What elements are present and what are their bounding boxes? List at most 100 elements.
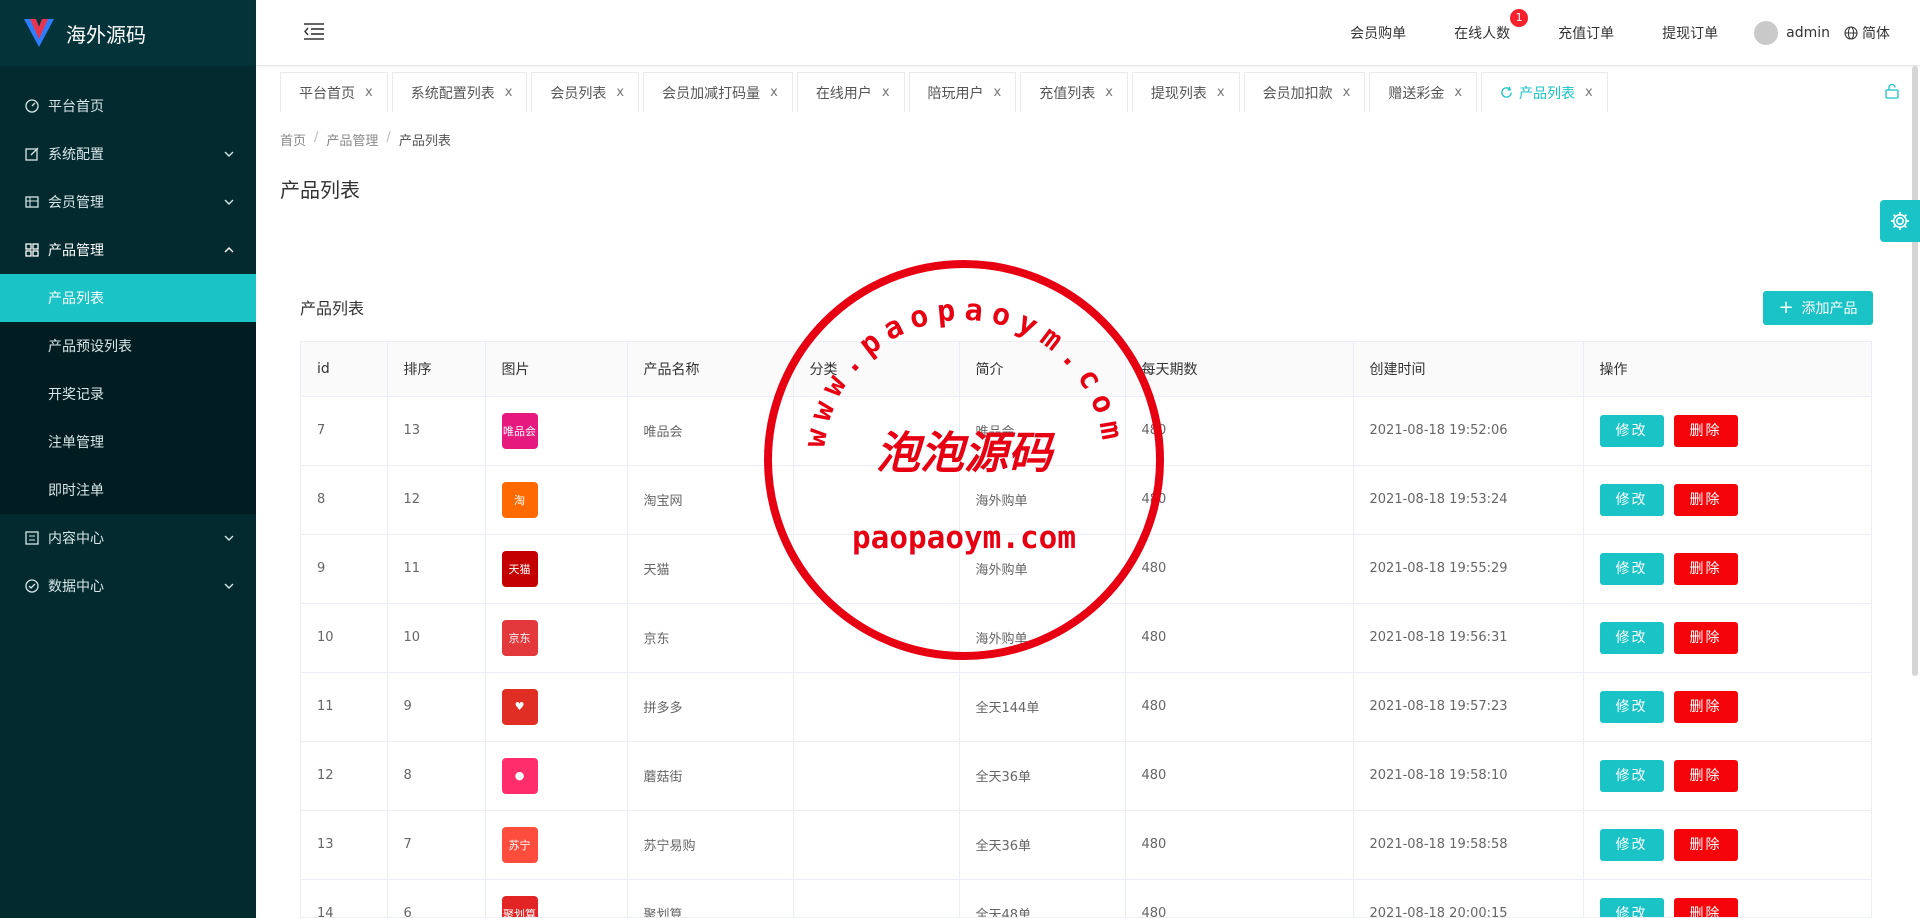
tab-close-icon[interactable]: x	[1105, 85, 1113, 100]
sidebar-item-data[interactable]: 数据中心	[0, 562, 256, 610]
cell-actions: 修改 删除	[1583, 534, 1871, 604]
delete-button[interactable]: 删除	[1673, 483, 1738, 516]
settings-button[interactable]	[1880, 200, 1920, 242]
column-header[interactable]: id	[301, 342, 388, 397]
tab-close-icon[interactable]: x	[365, 85, 373, 100]
sidebar-subitem-order-management[interactable]: 注单管理	[0, 418, 256, 466]
delete-button[interactable]: 删除	[1673, 897, 1738, 917]
refresh-icon[interactable]	[1500, 86, 1513, 99]
sidebar-item-products[interactable]: 产品管理	[0, 226, 256, 274]
tab-close-icon[interactable]: x	[994, 85, 1002, 100]
column-header[interactable]: 操作	[1583, 342, 1871, 397]
tab-recharge-list[interactable]: 充值列表 x	[1020, 72, 1128, 112]
cell-id: 11	[301, 672, 388, 742]
delete-button[interactable]: 删除	[1673, 552, 1738, 585]
cell-intro: 海外购单	[959, 534, 1126, 604]
edit-button[interactable]: 修改	[1599, 897, 1664, 917]
tab-close-icon[interactable]: x	[616, 85, 624, 100]
breadcrumb-section[interactable]: 产品管理	[326, 130, 378, 149]
column-header[interactable]: 简介	[959, 342, 1126, 397]
sidebar-item-members[interactable]: 会员管理	[0, 178, 256, 226]
tab-member-list[interactable]: 会员列表 x	[531, 72, 640, 112]
tab-product-list[interactable]: 产品列表 x	[1481, 72, 1608, 112]
edit-button[interactable]: 修改	[1599, 483, 1664, 516]
tab-close-icon[interactable]: x	[1585, 85, 1593, 100]
tab-member-bet-adjust[interactable]: 会员加减打码量 x	[643, 72, 793, 112]
column-header[interactable]: 产品名称	[627, 342, 794, 397]
delete-button[interactable]: 删除	[1673, 828, 1738, 861]
tab-close-icon[interactable]: x	[505, 85, 513, 100]
sidebar-item-label: 产品管理	[48, 243, 104, 259]
cell-id: 9	[301, 534, 388, 604]
user-menu[interactable]: admin	[1754, 21, 1830, 45]
delete-button[interactable]: 删除	[1673, 690, 1738, 723]
tab-close-icon[interactable]: x	[1217, 85, 1225, 100]
tab-label: 提现列表	[1150, 85, 1207, 102]
chevron-down-icon	[224, 199, 234, 205]
sidebar-subitem-instant-orders[interactable]: 即时注单	[0, 466, 256, 514]
edit-button[interactable]: 修改	[1599, 552, 1664, 585]
chevron-down-icon	[224, 583, 234, 589]
online-count-badge: 1	[1510, 9, 1529, 27]
column-header[interactable]: 分类	[793, 342, 960, 397]
column-header[interactable]: 图片	[485, 342, 628, 397]
withdraw-orders-link[interactable]: 提现订单	[1662, 23, 1718, 43]
edit-button[interactable]: 修改	[1599, 621, 1664, 654]
sidebar-item-dashboard[interactable]: 平台首页	[0, 82, 256, 130]
tab-close-icon[interactable]: x	[882, 85, 890, 100]
cell-intro: 全天48单	[959, 879, 1126, 917]
edit-button[interactable]: 修改	[1599, 414, 1664, 447]
sidebar-subitem-product-list[interactable]: 产品列表	[0, 274, 256, 322]
logo[interactable]: 海外源码	[0, 0, 256, 66]
tab-dashboard[interactable]: 平台首页 x	[280, 72, 388, 112]
tab-close-icon[interactable]: x	[1343, 85, 1351, 100]
edit-button[interactable]: 修改	[1599, 690, 1664, 723]
cell-id: 13	[301, 810, 388, 880]
tab-withdraw-list[interactable]: 提现列表 x	[1131, 72, 1240, 112]
language-switcher[interactable]: 简体	[1844, 23, 1890, 43]
cell-created: 2021-08-18 19:53:24	[1353, 465, 1584, 535]
online-count-link[interactable]: 在线人数 1	[1454, 9, 1529, 43]
scrollbar[interactable]	[1912, 66, 1918, 676]
sidebar-subitem-product-presets[interactable]: 产品预设列表	[0, 322, 256, 370]
lock-icon[interactable]	[1884, 83, 1900, 99]
tab-bonus[interactable]: 赠送彩金 x	[1369, 72, 1478, 112]
sidebar-item-label: 数据中心	[48, 579, 104, 595]
member-orders-link[interactable]: 会员购单	[1350, 23, 1406, 43]
tab-companion-users[interactable]: 陪玩用户 x	[908, 72, 1017, 112]
cell-created: 2021-08-18 20:00:15	[1353, 879, 1584, 917]
username: admin	[1786, 25, 1830, 41]
cell-intro: 海外购单	[959, 465, 1126, 535]
table-row: 10 10 京东 京东 海外购单 480 2021-08-18 19:56:31 修改 删除	[301, 603, 1871, 673]
tab-system-config-list[interactable]: 系统配置列表 x	[391, 72, 528, 112]
tab-close-icon[interactable]: x	[1454, 85, 1462, 100]
sidebar-subitem-draw-records[interactable]: 开奖记录	[0, 370, 256, 418]
delete-button[interactable]: 删除	[1673, 414, 1738, 447]
menu-fold-icon[interactable]	[304, 22, 324, 40]
edit-button[interactable]: 修改	[1599, 828, 1664, 861]
online-count-label: 在线人数	[1454, 26, 1511, 42]
tab-bar: 平台首页 x 系统配置列表 x 会员列表 x 会员加减打码量 x 在线用户 x 陪玩用户 x…	[280, 72, 1900, 112]
breadcrumb-home[interactable]: 首页	[280, 130, 306, 149]
edit-button[interactable]: 修改	[1599, 759, 1664, 792]
sidebar-item-label: 会员管理	[48, 195, 104, 211]
sidebar-item-content[interactable]: 内容中心	[0, 514, 256, 562]
cell-image: 唯品会	[485, 396, 628, 466]
column-header[interactable]: 排序	[387, 342, 486, 397]
delete-button[interactable]: 删除	[1673, 759, 1738, 792]
recharge-orders-link[interactable]: 充值订单	[1558, 23, 1614, 43]
chevron-up-icon	[224, 247, 234, 253]
sidebar-item-system-config[interactable]: 系统配置	[0, 130, 256, 178]
column-header[interactable]: 创建时间	[1353, 342, 1584, 397]
tab-member-adjust[interactable]: 会员加扣款 x	[1243, 72, 1366, 112]
cell-id: 12	[301, 741, 388, 811]
cell-periods: 480	[1125, 672, 1354, 742]
tab-close-icon[interactable]: x	[770, 85, 778, 100]
cell-name: 淘宝网	[627, 465, 794, 535]
tab-online-users[interactable]: 在线用户 x	[796, 72, 905, 112]
delete-button[interactable]: 删除	[1673, 621, 1738, 654]
column-header[interactable]: 每天期数	[1125, 342, 1354, 397]
product-thumbnail: 苏宁	[501, 826, 538, 863]
add-product-button[interactable]: + 添加产品	[1763, 291, 1873, 325]
globe-icon	[1844, 26, 1858, 40]
